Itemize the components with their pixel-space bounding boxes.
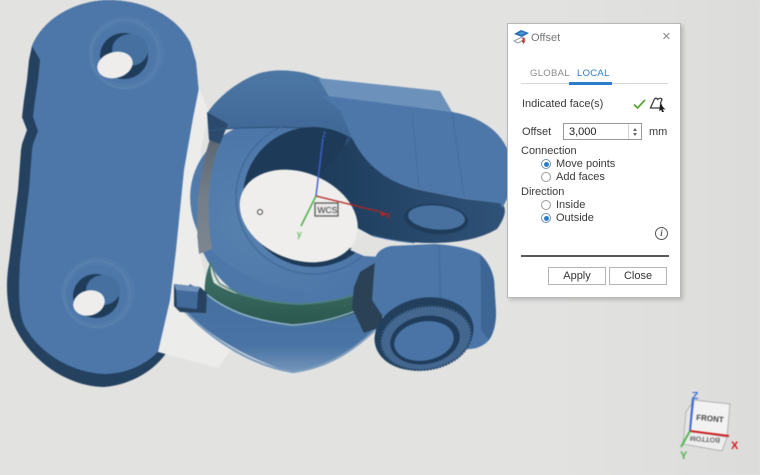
svg-text:z: z xyxy=(322,129,327,139)
svg-text:WCS: WCS xyxy=(318,205,338,215)
svg-text:x: x xyxy=(386,210,391,220)
svg-text:y: y xyxy=(297,229,302,239)
svg-text:X: X xyxy=(731,440,739,452)
svg-text:Z: Z xyxy=(692,390,699,402)
svg-text:Y: Y xyxy=(680,450,688,462)
